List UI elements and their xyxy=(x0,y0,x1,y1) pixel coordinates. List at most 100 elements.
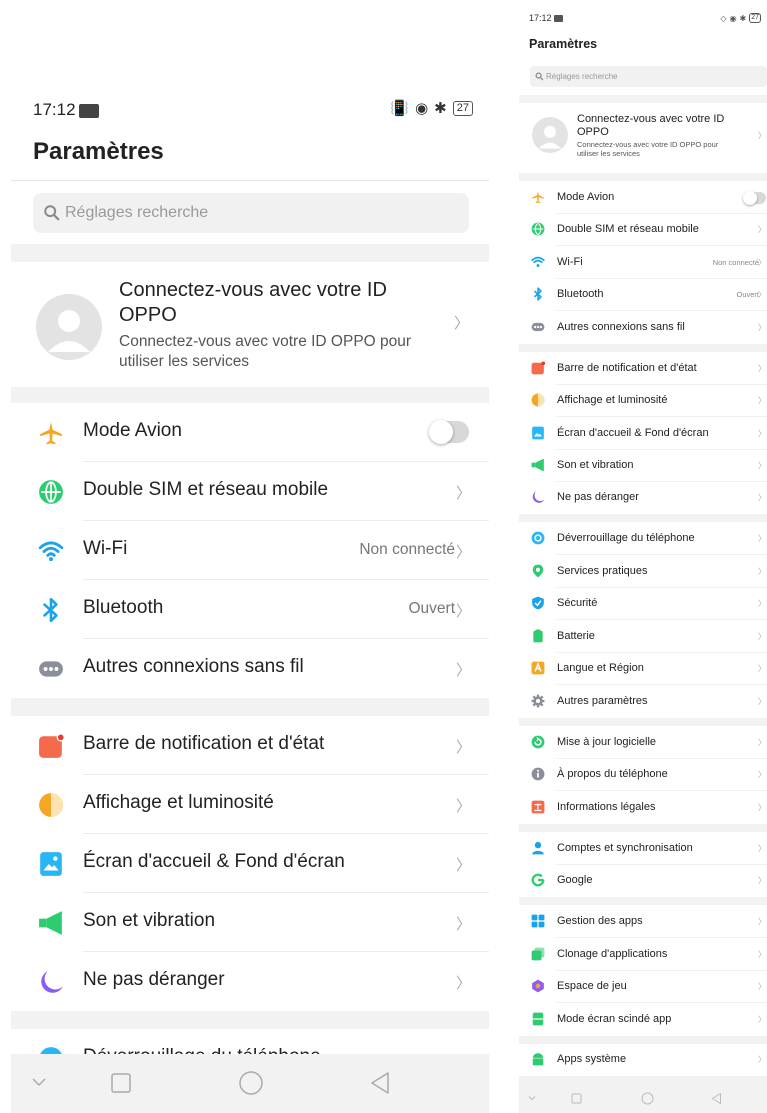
settings-screen-zoomed: 17:12 📳 ◉ ✱ 27 Paramètres Réglages reche… xyxy=(11,92,489,1113)
settings-item-other-settings[interactable]: Autres paramètres 〉 xyxy=(519,685,767,718)
settings-item-unlock[interactable]: Déverrouillage du téléphone 〉 xyxy=(519,522,767,555)
settings-item-legal[interactable]: Informations légales 〉 xyxy=(519,791,767,824)
settings-item-other-wireless[interactable]: Autres connexions sans fil 〉 xyxy=(519,311,767,344)
section-gap xyxy=(519,514,767,522)
clone-icon xyxy=(531,947,545,961)
battery-icon xyxy=(533,629,543,643)
settings-item-google[interactable]: Google 〉 xyxy=(519,864,767,897)
settings-item-dual-sim[interactable]: Double SIM et réseau mobile 〉 xyxy=(11,462,489,521)
item-label: Affichage et luminosité xyxy=(83,792,274,813)
airplane-toggle[interactable] xyxy=(429,420,469,444)
item-label: Langue et Région xyxy=(557,662,644,674)
chevron-down-icon[interactable] xyxy=(528,1095,536,1101)
chevron-right-icon: 〉 xyxy=(758,844,766,853)
recents-button[interactable] xyxy=(571,1093,582,1104)
settings-item-dual-sim[interactable]: Double SIM et réseau mobile 〉 xyxy=(519,213,767,246)
header-divider xyxy=(11,180,489,181)
chevron-right-icon: 〉 xyxy=(758,534,766,543)
settings-item-display[interactable]: Affichage et luminosité 〉 xyxy=(519,384,767,417)
chevron-right-icon: 〉 xyxy=(758,323,766,332)
section-gap xyxy=(519,95,767,103)
avatar xyxy=(36,294,102,360)
chevron-right-icon: 〉 xyxy=(455,857,471,874)
settings-item-bluetooth[interactable]: Bluetooth Ouvert 〉 xyxy=(11,580,489,639)
shield-icon xyxy=(532,596,544,610)
item-label: Batterie xyxy=(557,630,595,642)
airplane-toggle[interactable] xyxy=(743,191,766,205)
settings-item-notification-bar[interactable]: Barre de notification et d'état 〉 xyxy=(519,352,767,385)
settings-item-airplane[interactable]: Mode Avion xyxy=(11,403,489,462)
chevron-right-icon: 〉 xyxy=(758,803,766,812)
home-button[interactable] xyxy=(641,1092,654,1105)
settings-item-bluetooth[interactable]: Bluetooth Ouvert 〉 xyxy=(519,278,767,311)
settings-item-display[interactable]: Affichage et luminosité 〉 xyxy=(11,775,489,834)
settings-item-system-apps[interactable]: Apps système 〉 xyxy=(519,1043,767,1076)
chevron-right-icon: 〉 xyxy=(758,599,766,608)
section-gap xyxy=(519,824,767,832)
speaker-icon xyxy=(39,911,62,935)
settings-item-security[interactable]: Sécurité 〉 xyxy=(519,587,767,620)
item-label: Services pratiques xyxy=(557,565,648,577)
status-time: 17:12 xyxy=(33,100,76,119)
search-placeholder: Réglages recherche xyxy=(65,204,209,221)
settings-item-about[interactable]: À propos du téléphone 〉 xyxy=(519,758,767,791)
rotation-lock-icon: ◉ xyxy=(729,13,737,23)
settings-item-notification-bar[interactable]: Barre de notification et d'état 〉 xyxy=(11,716,489,775)
google-icon xyxy=(531,873,545,887)
settings-item-software-update[interactable]: Mise à jour logicielle 〉 xyxy=(519,726,767,759)
settings-item-wifi[interactable]: Wi-Fi Non connecté 〉 xyxy=(519,246,767,279)
item-value: Non connecté xyxy=(712,258,759,267)
bluetooth-icon xyxy=(533,287,542,301)
back-button[interactable] xyxy=(369,1070,391,1096)
search-input[interactable]: Réglages recherche xyxy=(33,193,469,233)
settings-item-game-space[interactable]: Espace de jeu 〉 xyxy=(519,970,767,1003)
item-label: À propos du téléphone xyxy=(557,768,668,780)
chevron-right-icon: 〉 xyxy=(758,950,766,959)
settings-item-app-management[interactable]: Gestion des apps 〉 xyxy=(519,905,767,938)
more-dots-icon xyxy=(531,322,545,332)
back-button[interactable] xyxy=(711,1092,722,1105)
settings-item-language[interactable]: Langue et Région 〉 xyxy=(519,652,767,685)
settings-item-app-clone[interactable]: Clonage d'applications 〉 xyxy=(519,938,767,971)
settings-item-airplane[interactable]: Mode Avion xyxy=(519,181,767,214)
item-label: Son et vibration xyxy=(83,910,216,931)
settings-item-battery[interactable]: Batterie 〉 xyxy=(519,620,767,653)
moon-icon xyxy=(532,491,545,503)
navigation-bar xyxy=(11,1054,489,1113)
settings-item-home-wallpaper[interactable]: Écran d'accueil & Fond d'écran 〉 xyxy=(519,417,767,450)
chevron-right-icon: 〉 xyxy=(453,315,469,332)
notification-bar-icon xyxy=(531,361,545,375)
chevron-right-icon: 〉 xyxy=(758,493,766,502)
oppo-account-row[interactable]: Connectez-vous avec votre ID OPPO Connec… xyxy=(519,103,767,173)
search-input[interactable]: Réglages recherche xyxy=(530,66,767,87)
language-icon xyxy=(531,661,545,675)
chevron-right-icon: 〉 xyxy=(758,290,766,299)
settings-item-dnd[interactable]: Ne pas déranger 〉 xyxy=(11,952,489,1011)
chevron-right-icon: 〉 xyxy=(455,916,471,933)
settings-item-dnd[interactable]: Ne pas déranger 〉 xyxy=(519,481,767,514)
chevron-right-icon: 〉 xyxy=(758,697,766,706)
settings-item-wifi[interactable]: Wi-Fi Non connecté 〉 xyxy=(11,521,489,580)
settings-item-sound[interactable]: Son et vibration 〉 xyxy=(11,893,489,952)
home-button[interactable] xyxy=(238,1070,264,1096)
chevron-down-icon[interactable] xyxy=(31,1076,47,1088)
oppo-account-row[interactable]: Connectez-vous avec votre ID OPPO Connec… xyxy=(11,262,489,387)
game-icon xyxy=(532,979,544,993)
item-label: Mode Avion xyxy=(557,191,615,203)
settings-item-convenience[interactable]: Services pratiques 〉 xyxy=(519,555,767,588)
item-label: Barre de notification et d'état xyxy=(557,362,697,374)
chevron-right-icon: 〉 xyxy=(758,258,766,267)
settings-item-other-wireless[interactable]: Autres connexions sans fil 〉 xyxy=(11,639,489,698)
chevron-right-icon: 〉 xyxy=(455,798,471,815)
more-dots-icon xyxy=(39,661,63,677)
account-title: Connectez-vous avec votre ID OPPO xyxy=(119,279,387,326)
chevron-right-icon: 〉 xyxy=(455,544,471,561)
android-icon xyxy=(532,1053,544,1066)
settings-item-accounts[interactable]: Comptes et synchronisation 〉 xyxy=(519,832,767,865)
settings-item-home-wallpaper[interactable]: Écran d'accueil & Fond d'écran 〉 xyxy=(11,834,489,893)
section-gap xyxy=(11,244,489,262)
recents-button[interactable] xyxy=(110,1072,132,1094)
speaker-icon xyxy=(531,458,544,472)
settings-item-sound[interactable]: Son et vibration 〉 xyxy=(519,449,767,482)
settings-item-split-screen[interactable]: Mode écran scindé app 〉 xyxy=(519,1003,767,1036)
